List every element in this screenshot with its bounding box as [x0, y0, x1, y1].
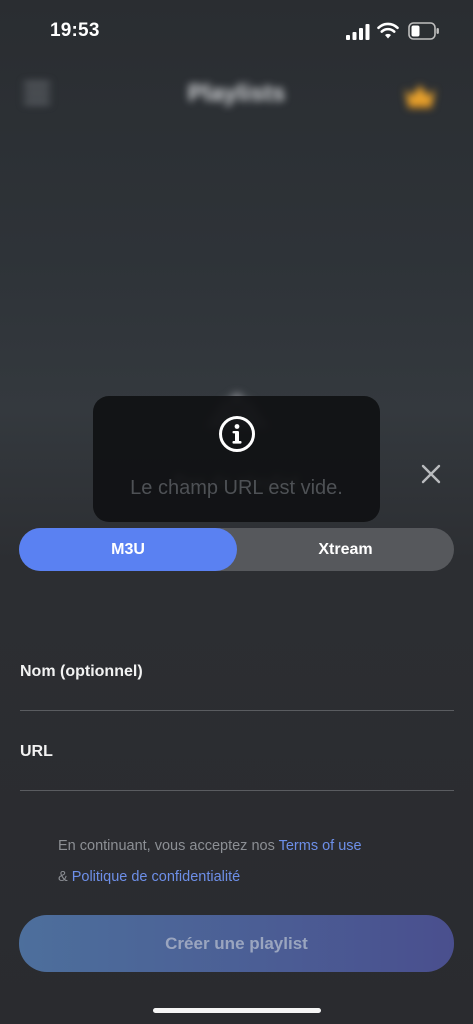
- status-time: 19:53: [50, 20, 100, 41]
- battery-icon: [408, 22, 439, 40]
- toast-text: Le champ URL est vide.: [130, 477, 343, 499]
- url-field-underline: [20, 790, 454, 791]
- url-field[interactable]: [20, 755, 454, 785]
- crown-icon[interactable]: [402, 80, 438, 110]
- cellular-signal-icon: [346, 24, 370, 40]
- name-field[interactable]: [20, 675, 454, 705]
- home-indicator: [153, 1008, 321, 1013]
- segment-xtream[interactable]: Xtream: [237, 528, 454, 571]
- toast-message: Le champ URL est vide.: [93, 396, 380, 522]
- privacy-policy-link[interactable]: Politique de confidentialité: [72, 869, 240, 885]
- terms-line-2: & Politique de confidentialité: [58, 869, 240, 885]
- close-icon[interactable]: [418, 461, 444, 487]
- terms-line-1: En continuant, vous acceptez nos Terms o…: [58, 838, 362, 854]
- terms-prefix: En continuant, vous acceptez nos: [58, 838, 279, 854]
- name-field-underline: [20, 710, 454, 711]
- terms-of-use-link[interactable]: Terms of use: [279, 838, 362, 854]
- create-playlist-button[interactable]: Créer une playlist: [19, 915, 454, 972]
- info-icon: [219, 416, 255, 452]
- terms-ampersand: &: [58, 869, 72, 885]
- status-bar: 19:53: [0, 0, 473, 62]
- wifi-icon: [377, 22, 399, 39]
- playlist-type-segment: M3U Xtream: [19, 528, 454, 571]
- segment-m3u[interactable]: M3U: [19, 528, 237, 571]
